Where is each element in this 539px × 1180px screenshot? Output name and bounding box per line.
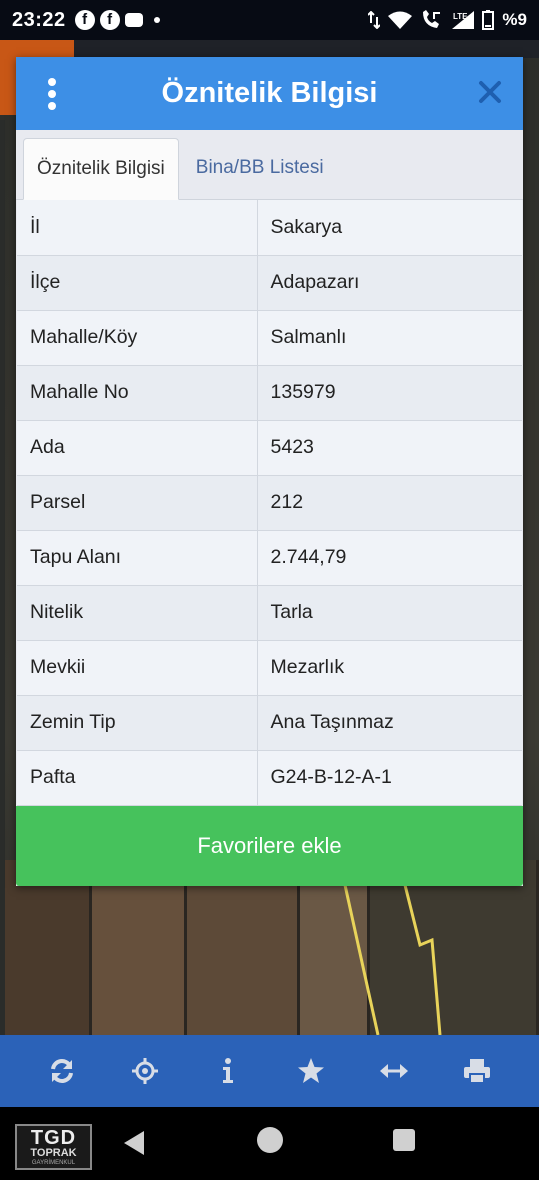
attribute-label: İlçe [17, 255, 258, 311]
table-row: Parsel 212 [17, 475, 522, 531]
info-icon[interactable] [208, 1051, 248, 1091]
tab-attribute-info[interactable]: Öznitelik Bilgisi [23, 138, 179, 200]
attribute-label: Parsel [17, 475, 258, 531]
logo-text: TGD [30, 1127, 77, 1149]
battery-percent: %9 [502, 10, 527, 29]
attribute-value: G24-B-12-A-1 [257, 750, 522, 806]
system-icons: LTE %9 [368, 10, 527, 30]
dialog-header: Öznitelik Bilgisi [16, 57, 523, 130]
attribute-value: 135979 [257, 365, 522, 421]
attribute-dialog: Öznitelik Bilgisi Öznitelik Bilgisi Bina… [16, 57, 523, 886]
table-row: Zemin Tip Ana Taşınmaz [17, 695, 522, 751]
table-row: İl Sakarya [17, 200, 522, 256]
table-row: Mevkii Mezarlık [17, 640, 522, 696]
attribute-value: Tarla [257, 585, 522, 641]
table-row: Ada 5423 [17, 420, 522, 476]
locate-icon[interactable] [125, 1051, 165, 1091]
attribute-table: İl Sakarya İlçe Adapazarı Mahalle/Köy Salmanl… [17, 200, 522, 806]
measure-icon[interactable] [374, 1051, 414, 1091]
svg-text:LTE: LTE [453, 12, 468, 21]
star-icon[interactable] [291, 1051, 331, 1091]
watermark-logo: TGD TOPRAK GAYRİMENKUL [15, 1124, 92, 1170]
table-row: Nitelik Tarla [17, 585, 522, 641]
dot-icon [153, 17, 160, 23]
facebook-icon: f [74, 10, 95, 30]
tab-building-list[interactable]: Bina/BB Listesi [179, 137, 337, 199]
table-row: Mahalle/Köy Salmanlı [17, 310, 522, 366]
wifi-call-icon [423, 10, 441, 28]
android-nav-bar: TGD TOPRAK GAYRİMENKUL [0, 1107, 539, 1180]
table-row: Pafta G24-B-12-A-1 [17, 750, 522, 806]
attribute-label: Tapu Alanı [17, 530, 258, 586]
recent-apps-icon[interactable] [393, 1129, 415, 1151]
table-row: Tapu Alanı 2.744,79 [17, 530, 522, 586]
attribute-value: 2.744,79 [257, 530, 522, 586]
attribute-label: Ada [17, 420, 258, 476]
menu-icon[interactable] [46, 78, 58, 110]
print-icon[interactable] [457, 1051, 497, 1091]
bottom-toolbar [0, 1035, 539, 1107]
status-time: 23:22 [12, 8, 66, 31]
add-favorites-button[interactable]: Favorilere ekle [16, 806, 523, 886]
data-arrows-icon [368, 11, 381, 29]
attribute-value: Adapazarı [257, 255, 522, 311]
facebook-icon: f [99, 10, 120, 30]
notification-icons: f f [74, 10, 160, 30]
attribute-value: 212 [257, 475, 522, 531]
logo-tiny: GAYRİMENKUL [31, 1160, 76, 1166]
table-row: İlçe Adapazarı [17, 255, 522, 311]
battery-icon [482, 10, 495, 30]
table-row: Mahalle No 135979 [17, 365, 522, 421]
logo-sub: TOPRAK [30, 1147, 77, 1159]
attribute-label: İl [17, 200, 258, 256]
dialog-tabs: Öznitelik Bilgisi Bina/BB Listesi [16, 130, 523, 200]
wifi-icon [388, 11, 413, 29]
lte-signal-icon: LTE [452, 11, 475, 29]
attribute-label: Mahalle No [17, 365, 258, 421]
attribute-value: Ana Taşınmaz [257, 695, 522, 751]
status-bar: 23:22 f f LTE %9 [0, 0, 539, 40]
refresh-icon[interactable] [42, 1051, 82, 1091]
back-icon[interactable] [122, 1130, 146, 1156]
attribute-value: Sakarya [257, 200, 522, 256]
attribute-value: Salmanlı [257, 310, 522, 366]
attribute-label: Nitelik [17, 585, 258, 641]
attribute-label: Mahalle/Köy [17, 310, 258, 366]
close-icon[interactable] [477, 79, 503, 105]
attribute-label: Zemin Tip [17, 695, 258, 751]
attribute-label: Mevkii [17, 640, 258, 696]
attribute-value: Mezarlık [257, 640, 522, 696]
dialog-title: Öznitelik Bilgisi [161, 77, 378, 109]
message-icon [124, 13, 143, 27]
attribute-value: 5423 [257, 420, 522, 476]
attribute-label: Pafta [17, 750, 258, 806]
home-icon[interactable] [257, 1127, 283, 1153]
